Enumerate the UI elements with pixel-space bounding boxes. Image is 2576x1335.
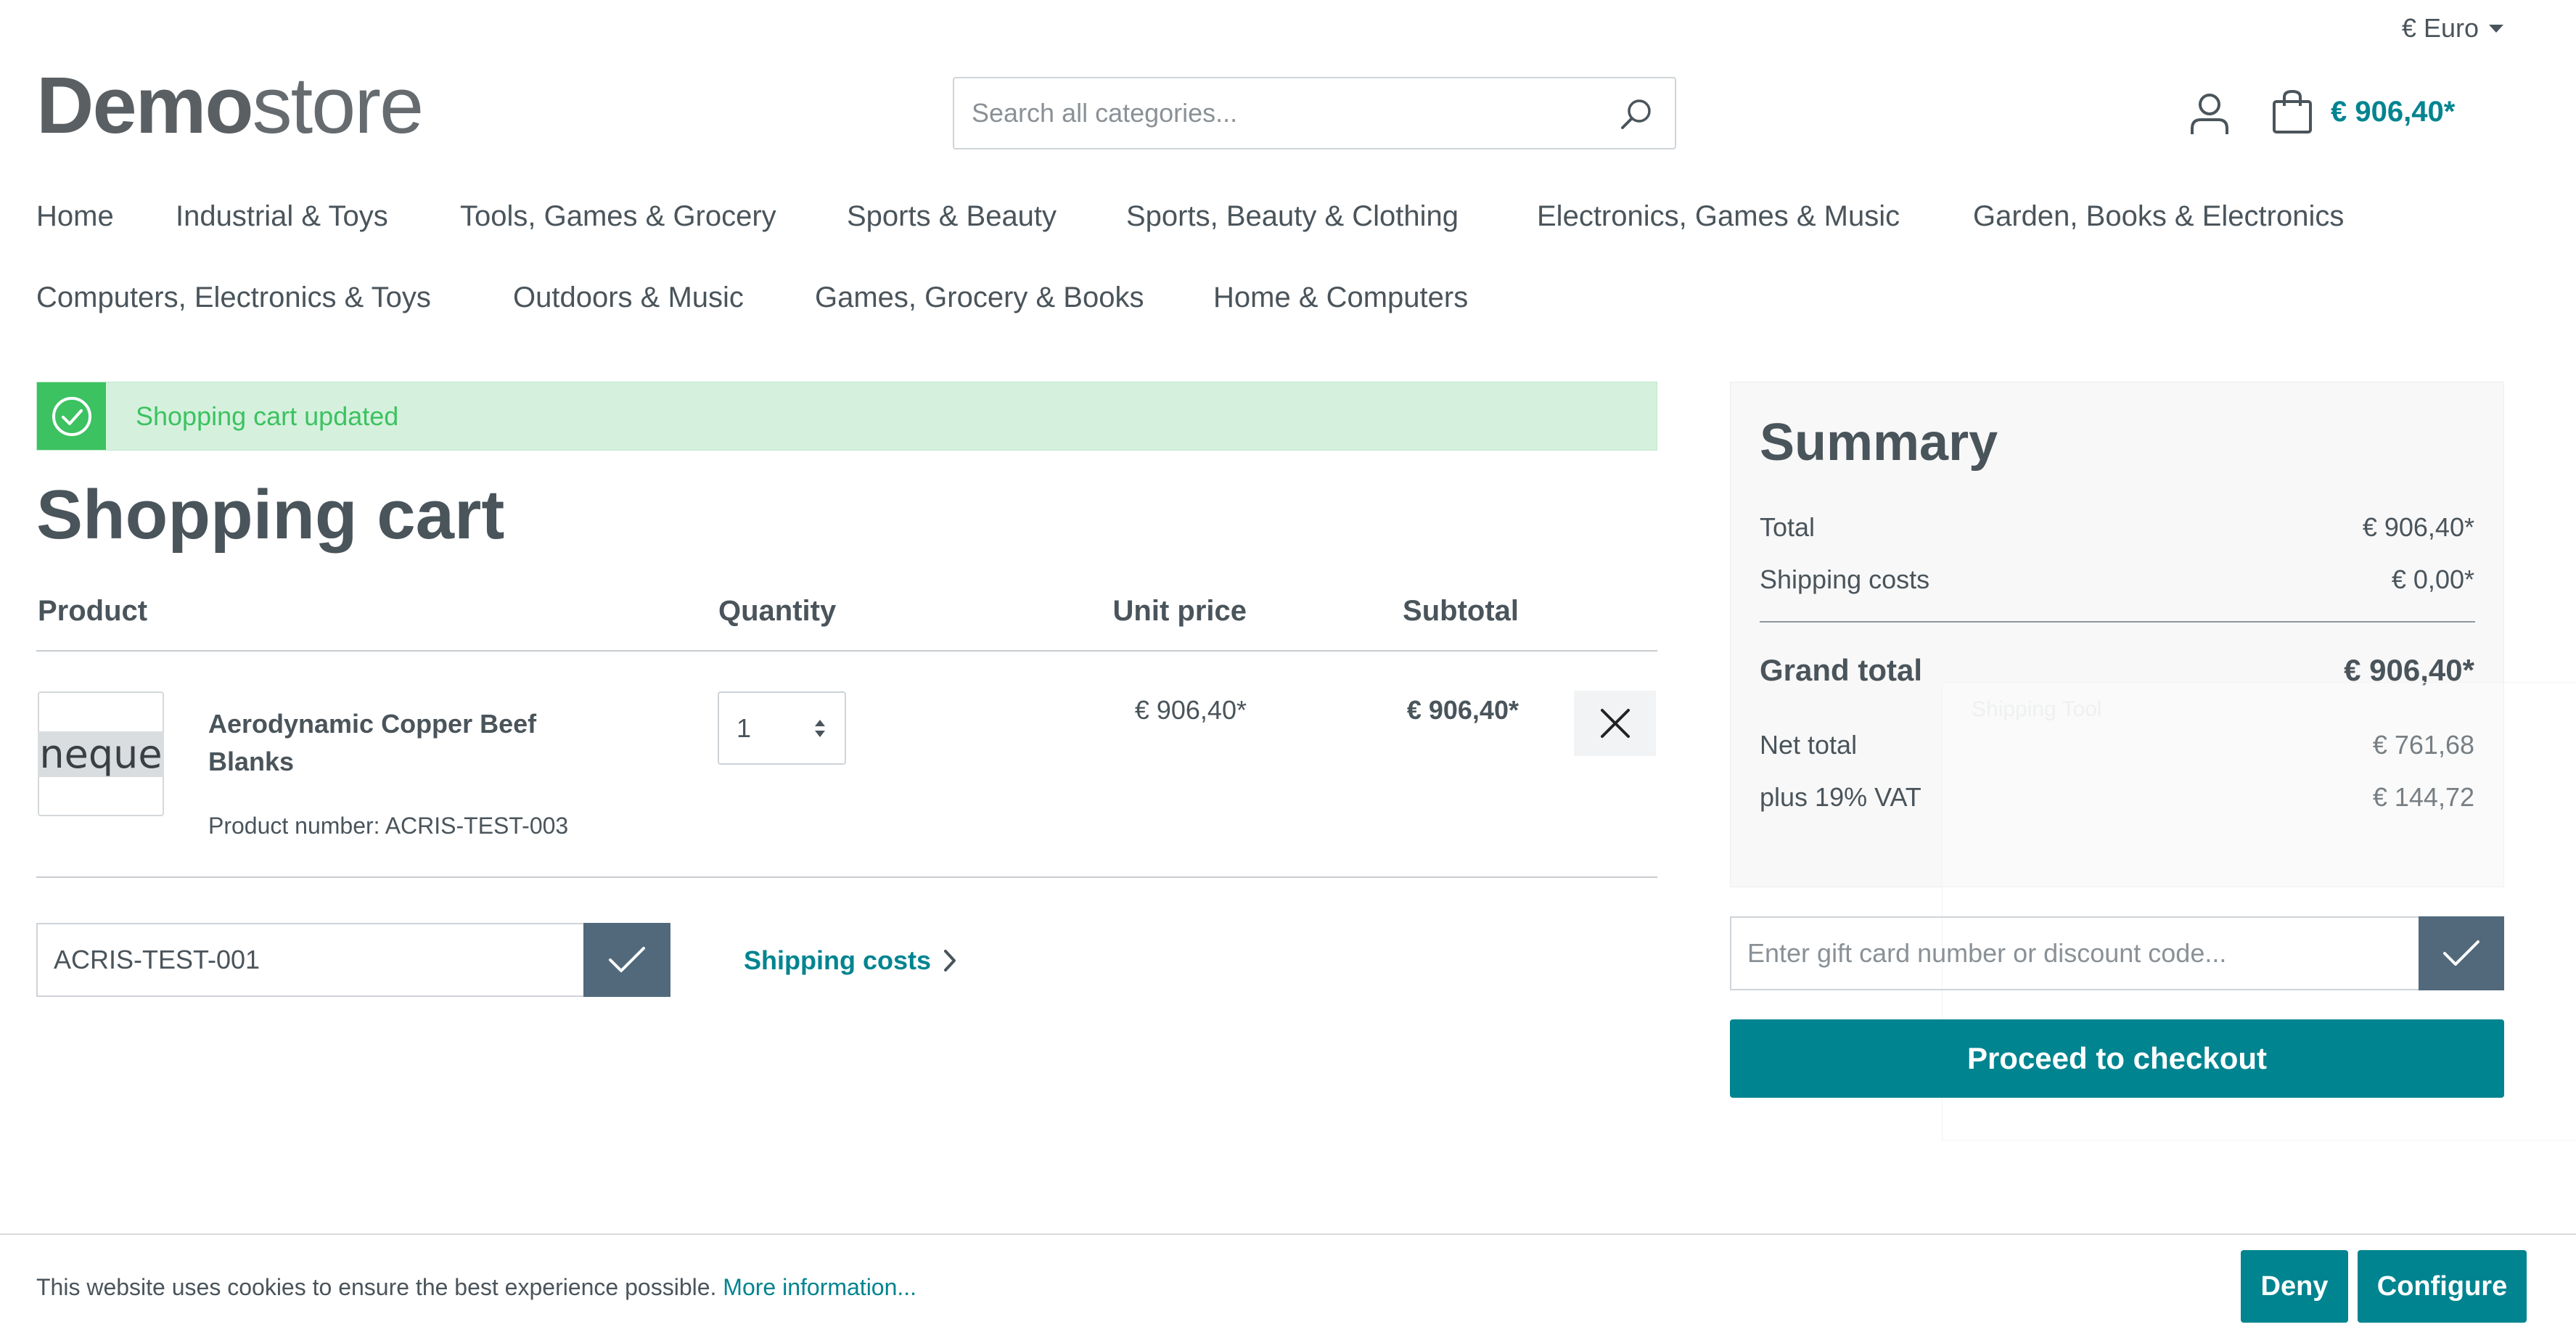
check-icon <box>609 947 645 972</box>
nav-item-sports-beauty[interactable]: Sports & Beauty <box>847 200 1057 233</box>
total-value: € 906,40* <box>2362 512 2474 542</box>
nav-item-outdoors-music[interactable]: Outdoors & Music <box>513 282 744 314</box>
shipping-costs-label: Shipping costs <box>1760 564 1930 594</box>
promo-code-input[interactable] <box>38 924 583 995</box>
total-label: Total <box>1760 512 1816 542</box>
net-total-label: Net total <box>1760 730 1858 760</box>
checkout-button[interactable]: Proceed to checkout <box>1730 1019 2504 1098</box>
currency-label: € Euro <box>2401 13 2479 43</box>
item-subtotal: € 906,40* <box>1406 695 1519 725</box>
vat-label: plus 19% VAT <box>1760 782 1921 812</box>
search-icon[interactable] <box>1618 96 1654 132</box>
overlay-label: Shipping Tool <box>1972 697 2102 721</box>
account-icon[interactable] <box>2188 91 2231 137</box>
remove-item-button[interactable] <box>1574 691 1656 756</box>
page-title: Shopping cart <box>36 476 505 554</box>
promo-code-form <box>36 923 670 997</box>
gift-card-form <box>1730 916 2504 990</box>
more-information-link[interactable]: More information... <box>723 1274 916 1300</box>
thumbnail-text: neque <box>38 731 164 777</box>
header-product: Product <box>38 595 148 627</box>
sort-arrows-icon <box>815 720 825 737</box>
deny-button[interactable]: Deny <box>2241 1250 2348 1323</box>
header-quantity: Quantity <box>718 595 837 627</box>
logo-bold: Demo <box>36 61 254 150</box>
nav-item-industrial-toys[interactable]: Industrial & Toys <box>176 200 388 233</box>
shipping-costs-label: Shipping costs <box>744 945 932 975</box>
cookie-text: This website uses cookies to ensure the … <box>36 1274 916 1301</box>
nav-item-garden-books-electronics[interactable]: Garden, Books & Electronics <box>1973 200 2344 233</box>
product-thumbnail[interactable]: neque <box>38 691 164 816</box>
check-circle-icon <box>37 382 106 450</box>
promo-submit-button[interactable] <box>583 923 670 997</box>
divider <box>36 650 1657 652</box>
alert-message: Shopping cart updated <box>136 401 399 431</box>
product-name-link[interactable]: Aerodynamic Copper Beef Blanks <box>208 705 586 781</box>
unit-price: € 906,40* <box>1134 695 1247 725</box>
nav-item-games-grocery-books[interactable]: Games, Grocery & Books <box>815 282 1144 314</box>
nav-item-sports-beauty-clothing[interactable]: Sports, Beauty & Clothing <box>1126 200 1459 233</box>
close-icon <box>1600 709 1630 738</box>
nav-item-home[interactable]: Home <box>36 200 114 233</box>
header-unit-price: Unit price <box>1112 595 1247 627</box>
nav-item-tools-games-grocery[interactable]: Tools, Games & Grocery <box>460 200 776 233</box>
gift-card-submit-button[interactable] <box>2419 916 2504 990</box>
summary-title: Summary <box>1760 414 1998 472</box>
shipping-costs-value: € 0,00* <box>2391 564 2474 594</box>
nav-item-home-computers[interactable]: Home & Computers <box>1213 282 1468 314</box>
logo-light: store <box>252 61 424 150</box>
configure-button[interactable]: Configure <box>2358 1250 2527 1323</box>
check-icon <box>2443 940 2479 966</box>
caret-down-icon <box>2489 24 2503 33</box>
cart-total: € 906,40* <box>2331 95 2456 128</box>
search-box <box>953 77 1676 149</box>
shopping-bag-icon <box>2273 89 2312 134</box>
nav-item-computers-electronics-toys[interactable]: Computers, Electronics & Toys <box>36 282 431 314</box>
header-cart-button[interactable]: € 906,40* <box>2271 89 2455 135</box>
gift-card-input[interactable] <box>1731 918 2413 989</box>
divider <box>36 876 1657 878</box>
success-alert: Shopping cart updated <box>36 382 1657 451</box>
quantity-select[interactable]: 1 <box>718 691 846 765</box>
cookie-message: This website uses cookies to ensure the … <box>36 1274 717 1300</box>
quantity-value: 1 <box>737 713 752 743</box>
header-subtotal: Subtotal <box>1403 595 1519 627</box>
store-logo[interactable]: Demostore <box>36 61 424 150</box>
search-input[interactable] <box>954 78 1593 148</box>
product-number: Product number: ACRIS-TEST-003 <box>208 813 569 839</box>
chevron-right-icon <box>944 950 956 972</box>
shipping-costs-link[interactable]: Shipping costs <box>744 945 957 976</box>
grand-total-label: Grand total <box>1760 653 1923 687</box>
summary-divider <box>1760 621 2475 623</box>
currency-switcher[interactable]: € Euro <box>2402 13 2503 44</box>
nav-item-electronics-games-music[interactable]: Electronics, Games & Music <box>1537 200 1900 233</box>
